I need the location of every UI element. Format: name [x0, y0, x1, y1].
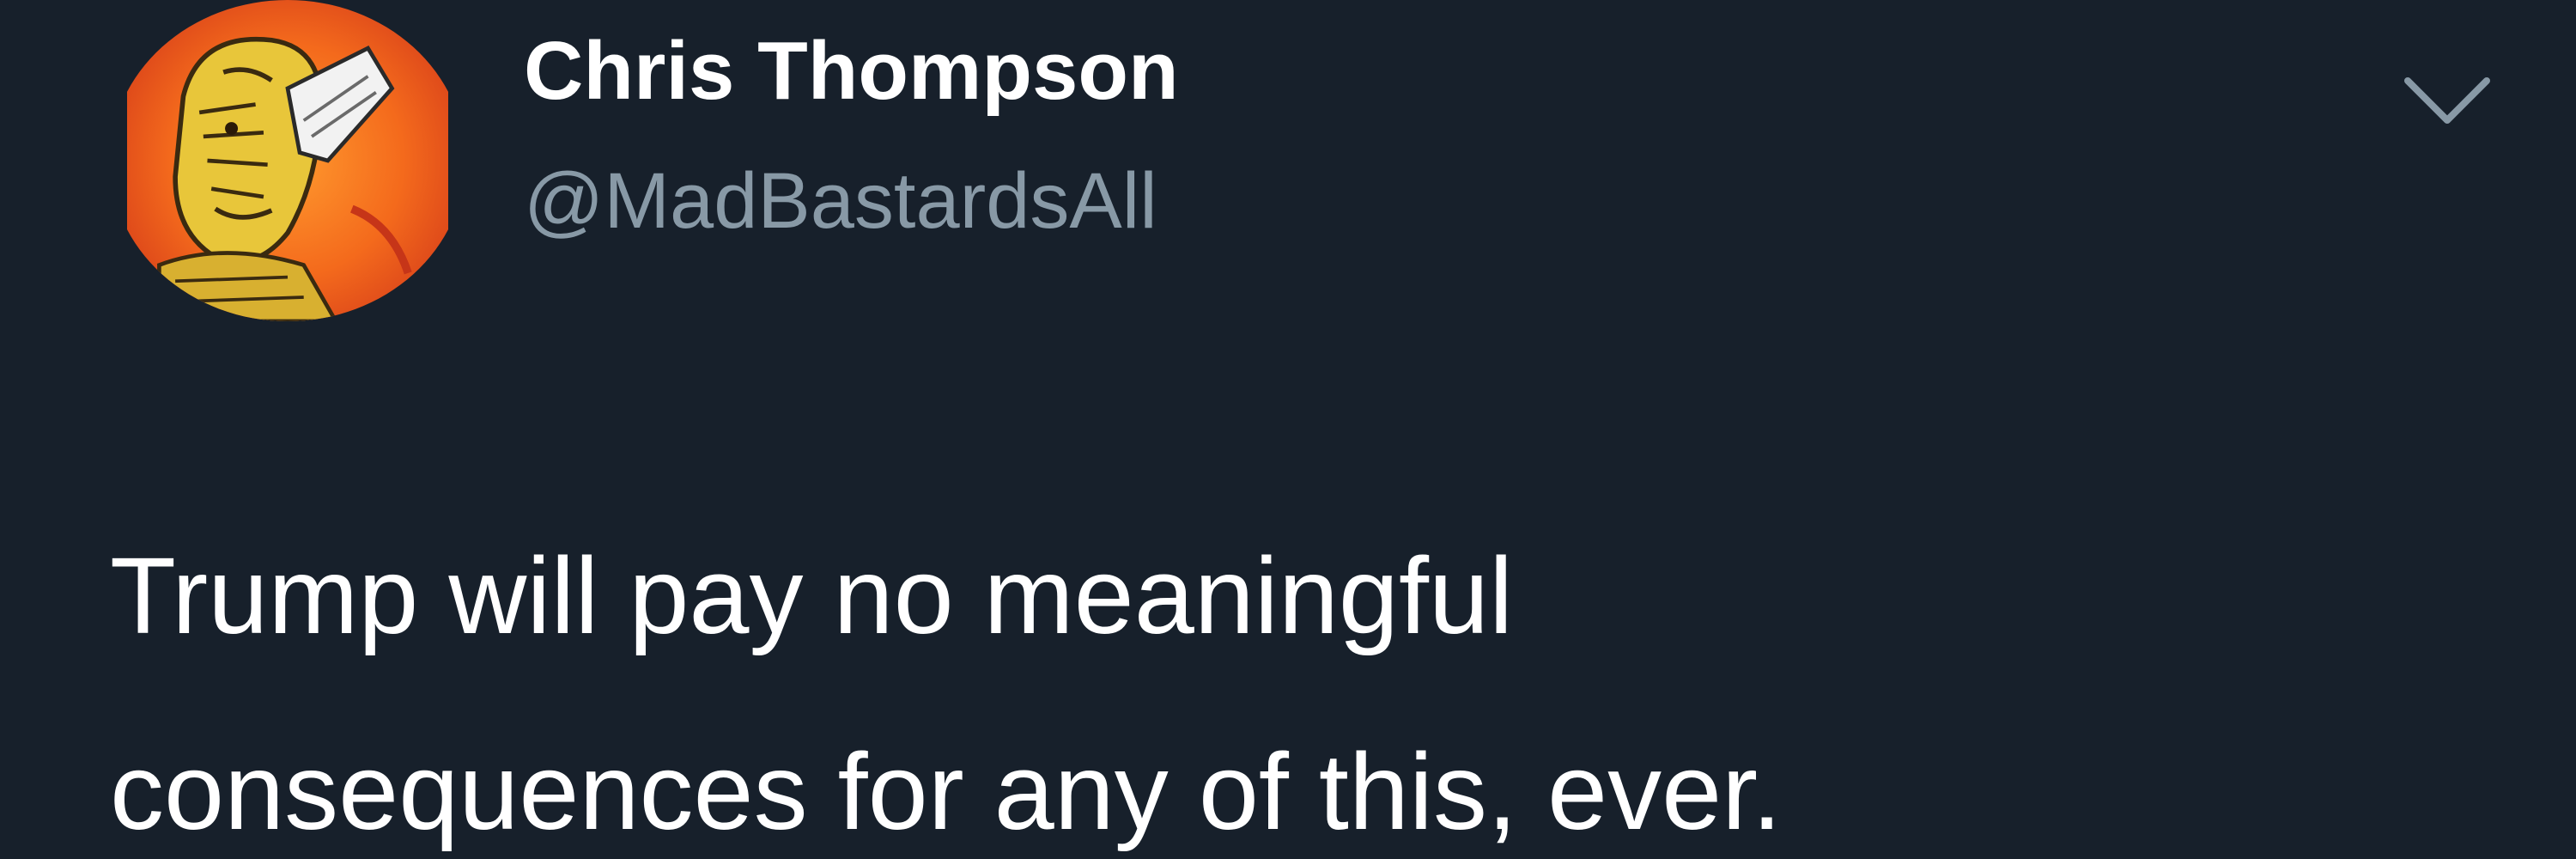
- author-avatar[interactable]: [110, 0, 465, 321]
- tweet-card: Chris Thompson @MadBastardsAll Trump wil…: [0, 0, 2576, 859]
- tweet-text: Trump will pay no meaningful consequence…: [110, 535, 1783, 852]
- avatar-image: [127, 0, 448, 321]
- author-handle[interactable]: @MadBastardsAll: [524, 156, 1157, 247]
- author-display-name[interactable]: Chris Thompson: [524, 24, 1179, 119]
- chevron-down-icon[interactable]: [2396, 62, 2499, 139]
